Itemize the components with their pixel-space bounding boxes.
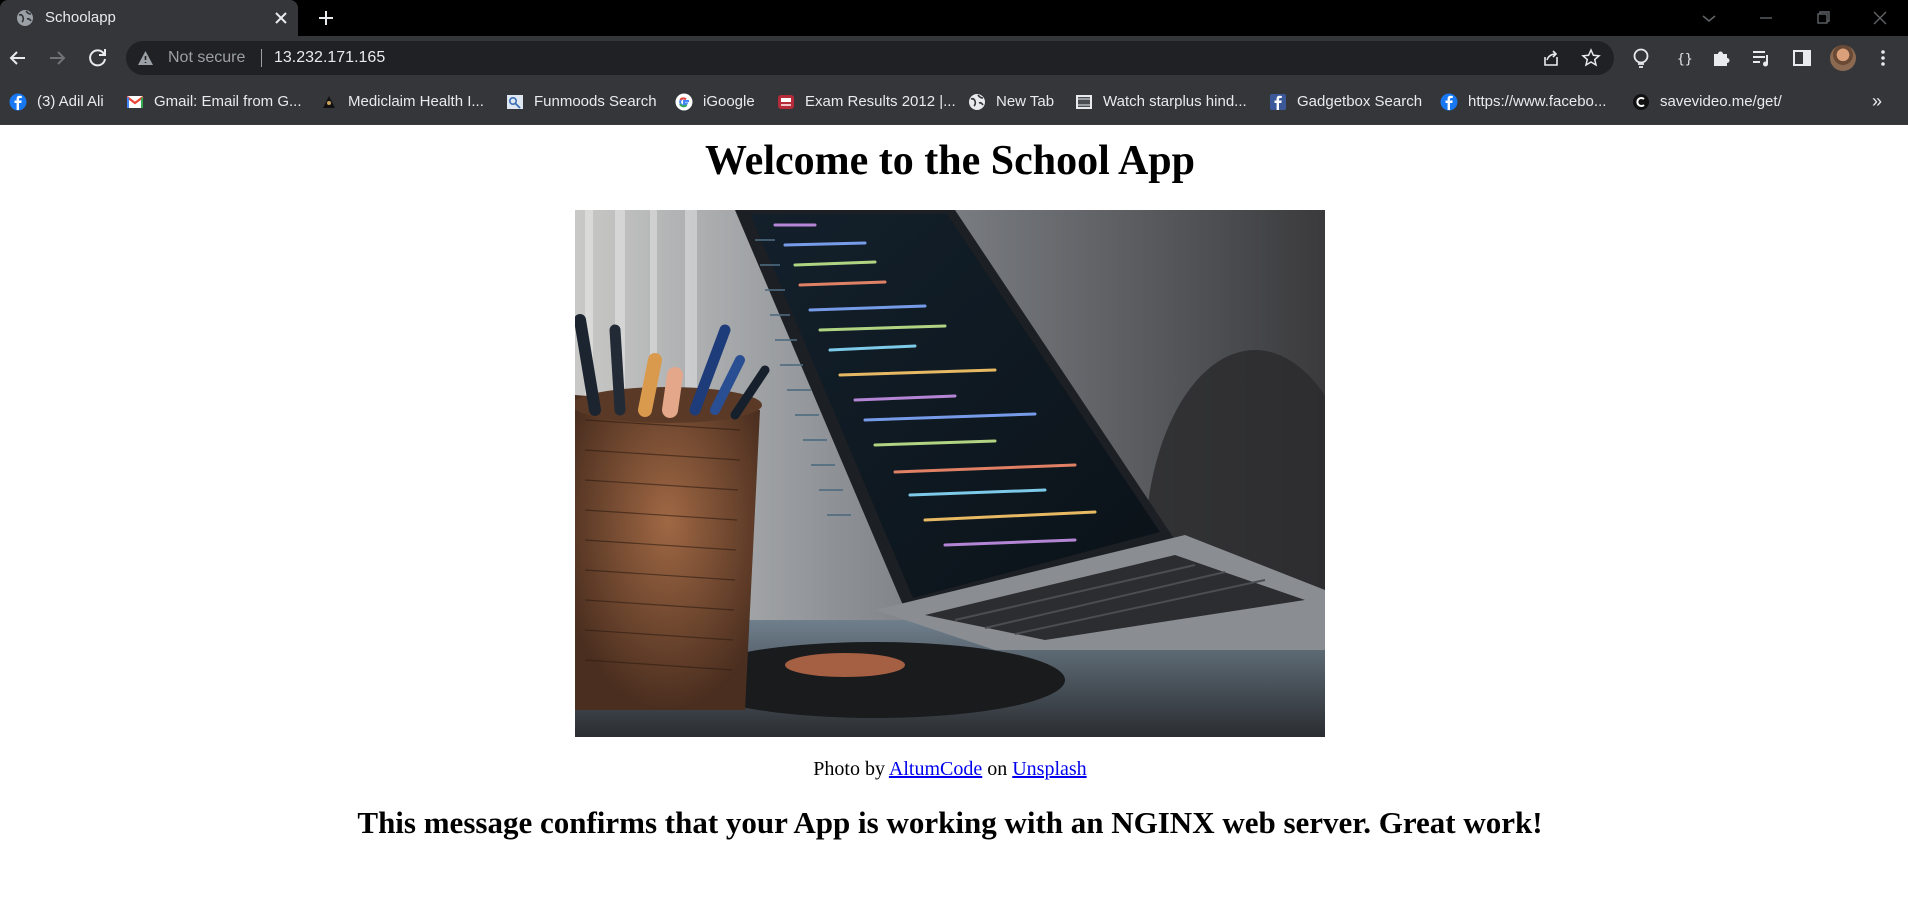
bookmark-item[interactable]: Exam Results 2012 |... — [777, 92, 956, 112]
bookmark-label: Watch starplus hind... — [1103, 93, 1247, 110]
bookmark-item[interactable]: iGoogle — [675, 92, 755, 112]
bookmark-label: Gmail: Email from G... — [154, 93, 302, 110]
tab-strip: Schoolapp — [0, 0, 1908, 36]
reload-icon[interactable] — [85, 45, 111, 71]
media-queue-icon[interactable] — [1750, 47, 1772, 69]
exam-results-icon — [778, 95, 794, 109]
film-icon — [1076, 95, 1092, 109]
bracket-extension-icon[interactable]: {} — [1671, 47, 1693, 69]
globe-icon — [17, 10, 33, 26]
bookmark-star-icon[interactable] — [1581, 48, 1601, 68]
puzzle-extensions-icon[interactable] — [1710, 47, 1732, 69]
address-bar[interactable]: Not secure 13.232.171.165 — [126, 41, 1614, 75]
unsplash-link[interactable]: Unsplash — [1012, 758, 1086, 780]
restore-icon[interactable] — [1811, 6, 1835, 30]
credit-middle: on — [987, 758, 1008, 780]
bookmarks-overflow-chevron[interactable]: » — [1872, 92, 1882, 110]
laptop-code-photo — [575, 210, 1325, 737]
confirmation-message: This message confirms that your App is w… — [357, 805, 1543, 840]
tab-search-chevron-icon[interactable] — [1697, 6, 1721, 30]
bookmark-item[interactable]: https://www.facebo... — [1440, 92, 1606, 112]
bookmark-label: iGoogle — [703, 93, 755, 110]
bookmark-item[interactable]: Gmail: Email from G... — [126, 92, 302, 112]
close-icon[interactable] — [272, 9, 290, 27]
page-content: Welcome to the School App Photo by Altum… — [0, 125, 1908, 922]
facebook-icon — [1440, 93, 1458, 111]
url-text[interactable]: 13.232.171.165 — [274, 49, 385, 67]
author-link[interactable]: AltumCode — [889, 758, 982, 780]
bookmark-item[interactable]: savevideo.me/get/ — [1632, 92, 1782, 112]
tab-title: Schoolapp — [45, 9, 116, 26]
bookmark-label: savevideo.me/get/ — [1660, 93, 1782, 110]
bookmark-item[interactable]: Funmoods Search — [506, 92, 657, 112]
bookmark-item[interactable]: New Tab — [968, 92, 1054, 112]
bookmark-label: (3) Adil Ali — [37, 93, 104, 110]
side-panel-icon[interactable] — [1791, 47, 1813, 69]
new-tab-plus-icon[interactable] — [316, 8, 336, 28]
photo-credit: Photo by AltumCode on Unsplash — [0, 757, 1900, 781]
bookmark-item[interactable]: Gadgetbox Search — [1269, 92, 1422, 112]
bookmark-label: Mediclaim Health I... — [348, 93, 484, 110]
globe-icon — [969, 94, 985, 110]
bookmark-label: Exam Results 2012 |... — [805, 93, 956, 110]
bookmark-item[interactable]: (3) Adil Ali — [9, 92, 104, 112]
back-arrow-icon[interactable] — [5, 45, 31, 71]
savevideo-icon — [1633, 94, 1649, 110]
lightbulb-extension-icon[interactable] — [1630, 47, 1652, 69]
page-title: Welcome to the School App — [705, 138, 1195, 184]
mediclaim-icon — [323, 96, 335, 108]
security-label[interactable]: Not secure — [168, 49, 245, 67]
kebab-menu-icon[interactable] — [1872, 47, 1894, 69]
bookmark-item[interactable]: Watch starplus hind... — [1075, 92, 1247, 112]
bookmark-label: Funmoods Search — [534, 93, 657, 110]
bookmark-label: https://www.facebo... — [1468, 93, 1607, 110]
minimize-icon[interactable] — [1754, 6, 1778, 30]
omnibox-divider — [261, 49, 262, 67]
facebook-square-icon — [1270, 94, 1286, 110]
bookmarks-bar: (3) Adil Ali Gmail: Email from G... Medi… — [0, 80, 1908, 125]
share-icon[interactable] — [1541, 48, 1561, 68]
facebook-icon — [9, 93, 27, 111]
bookmark-label: New Tab — [996, 93, 1055, 110]
tab-schoolapp[interactable]: Schoolapp — [0, 0, 298, 36]
credit-prefix: Photo by — [813, 758, 885, 780]
window-close-icon[interactable] — [1868, 6, 1892, 30]
forward-arrow-icon[interactable] — [44, 45, 70, 71]
svg-text:{}: {} — [1677, 52, 1693, 67]
bookmark-label: Gadgetbox Search — [1297, 93, 1423, 110]
funmoods-icon — [507, 95, 523, 109]
profile-avatar[interactable] — [1830, 45, 1856, 71]
warning-icon[interactable] — [137, 50, 154, 66]
bookmark-item[interactable]: Mediclaim Health I... — [320, 92, 484, 112]
gmail-icon — [126, 96, 144, 108]
browser-toolbar: Not secure 13.232.171.165 {} — [0, 36, 1908, 80]
google-icon — [675, 93, 693, 111]
